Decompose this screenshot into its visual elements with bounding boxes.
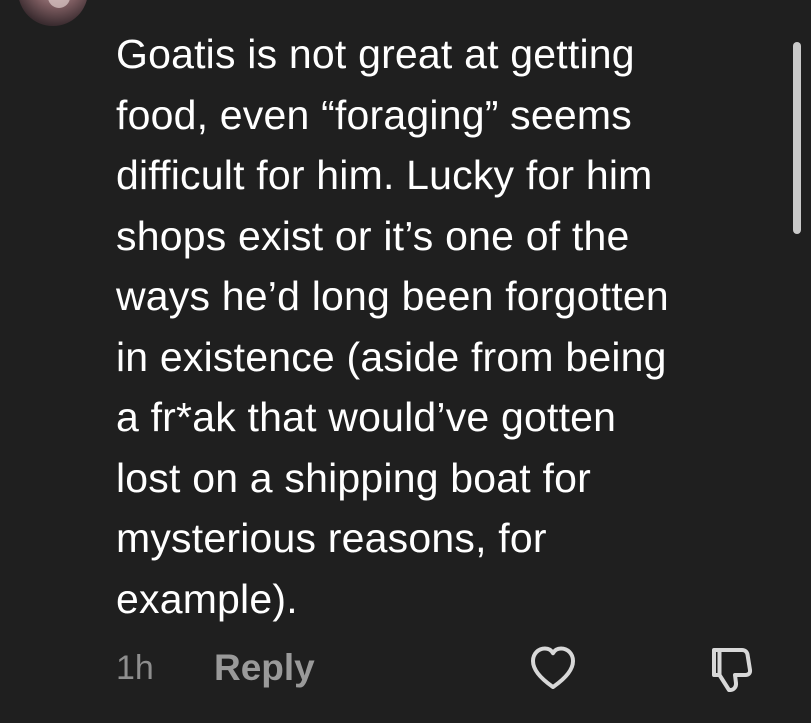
- user-avatar[interactable]: [18, 0, 88, 26]
- like-button[interactable]: [525, 640, 581, 696]
- comment-line: mysterious reasons, for: [116, 515, 547, 561]
- comment-line: a fr*ak that would’ve gotten: [116, 394, 617, 440]
- comment-line: shops exist or it’s one of the: [116, 212, 630, 259]
- dislike-button[interactable]: [704, 640, 760, 696]
- scrollbar[interactable]: [793, 42, 801, 234]
- comment-actions: 1h Reply: [0, 640, 811, 700]
- comment-body: Goatis is not great at getting food, eve…: [116, 24, 776, 629]
- timestamp: 1h: [116, 649, 154, 687]
- comment-line: Goatis is not great at getting: [116, 31, 635, 77]
- comment-line: difficult for him. Lucky for him: [116, 152, 653, 198]
- comment-line: lost on a shipping boat for: [116, 454, 591, 501]
- thumbs-down-outline-icon: [712, 648, 753, 692]
- comment-line: in existence (aside from being: [116, 333, 667, 380]
- comment-line: ways he’d long been forgotten: [116, 273, 669, 319]
- comment-line: example).: [116, 575, 298, 622]
- heart-outline-icon: [531, 646, 575, 689]
- reply-button[interactable]: Reply: [214, 646, 315, 690]
- comment-line: food, even “foraging” seems: [116, 91, 632, 138]
- partial-top-element: [708, 0, 720, 4]
